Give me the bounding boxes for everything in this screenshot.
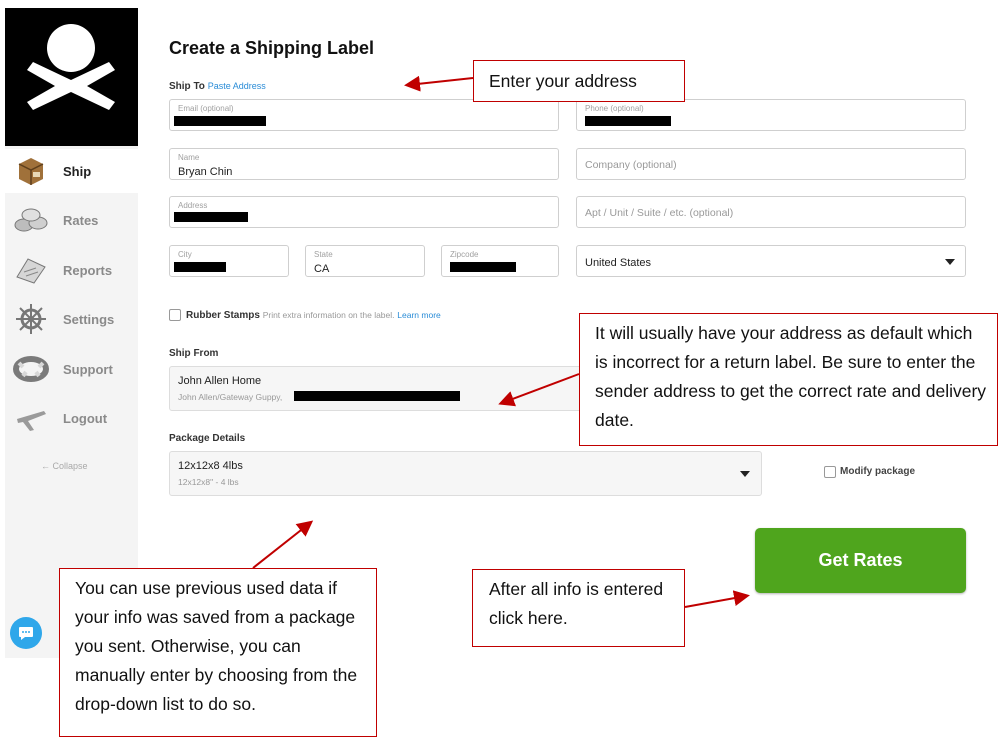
arrow-to-ship-from — [498, 373, 580, 407]
arrow-to-get-rates — [684, 590, 750, 608]
arrow-to-package — [252, 520, 314, 569]
arrow-to-ship-to — [404, 75, 474, 92]
callout-arrows — [252, 75, 750, 608]
